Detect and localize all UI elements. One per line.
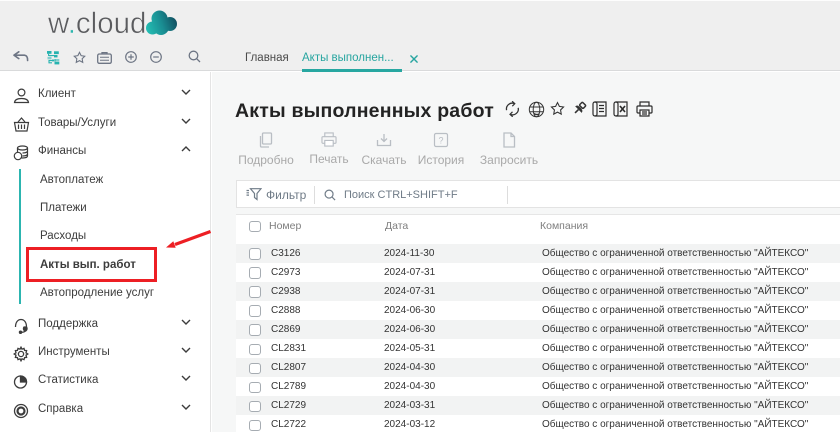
- svg-text:?: ?: [438, 136, 443, 146]
